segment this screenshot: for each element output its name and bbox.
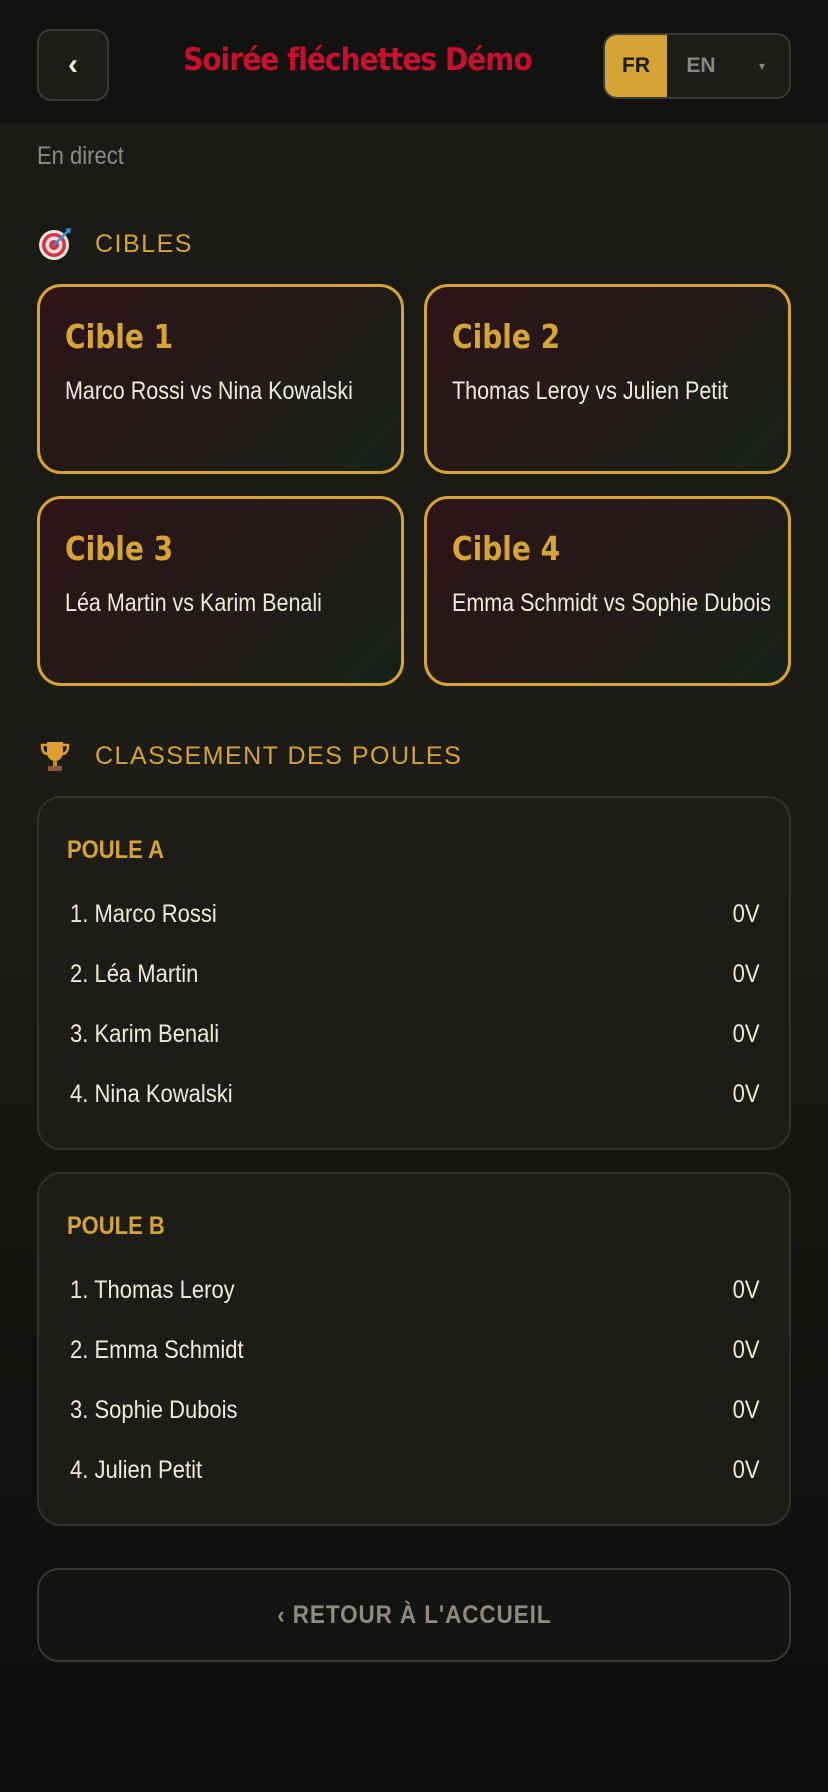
- player-name: 3. Karim Benali: [70, 1020, 220, 1048]
- section-title-pools: CLASSEMENT DES POULES: [95, 741, 463, 770]
- player-name: 1. Marco Rossi: [70, 900, 217, 928]
- back-to-home-label: ‹ RETOUR À L'ACCUEIL: [276, 1600, 552, 1629]
- player-wins: 0V: [733, 1020, 760, 1048]
- lang-option-en[interactable]: EN: [667, 35, 735, 97]
- table-row: 1. Marco Rossi 0V: [70, 894, 760, 934]
- player-name: 2. Emma Schmidt: [70, 1336, 244, 1364]
- top-bar: ‹ Soirée fléchettes Démo FR EN ▾: [0, 0, 828, 123]
- pool-card-a: POULE A 1. Marco Rossi 0V 2. Léa Martin …: [37, 796, 791, 1150]
- target-card-2[interactable]: Cible 2 Thomas Leroy vs Julien Petit: [424, 284, 791, 474]
- page-title: Soirée fléchettes Démo: [183, 42, 532, 78]
- target-match: Thomas Leroy vs Julien Petit: [452, 377, 729, 405]
- back-to-home-button[interactable]: ‹ RETOUR À L'ACCUEIL: [37, 1568, 791, 1662]
- table-row: 2. Emma Schmidt 0V: [70, 1330, 760, 1370]
- chevron-left-icon: ‹: [68, 48, 78, 81]
- player-wins: 0V: [733, 960, 760, 988]
- target-card-1[interactable]: Cible 1 Marco Rossi vs Nina Kowalski: [37, 284, 404, 474]
- target-name: Cible 1: [65, 317, 174, 356]
- section-title-targets: CIBLES: [95, 229, 193, 258]
- player-name: 1. Thomas Leroy: [70, 1276, 235, 1304]
- player-wins: 0V: [733, 1456, 760, 1484]
- player-name: 3. Sophie Dubois: [70, 1396, 238, 1424]
- table-row: 3. Karim Benali 0V: [70, 1014, 760, 1054]
- table-row: 4. Julien Petit 0V: [70, 1450, 760, 1490]
- chevron-down-icon[interactable]: ▾: [735, 35, 789, 97]
- target-name: Cible 4: [452, 529, 561, 568]
- language-selector[interactable]: FR EN ▾: [603, 33, 791, 99]
- target-card-4[interactable]: Cible 4 Emma Schmidt vs Sophie Dubois: [424, 496, 791, 686]
- player-wins: 0V: [733, 1396, 760, 1424]
- pool-title: POULE B: [67, 1212, 165, 1240]
- target-name: Cible 3: [65, 529, 174, 568]
- trophy-icon: [40, 742, 70, 771]
- player-wins: 0V: [733, 1336, 760, 1364]
- pool-card-b: POULE B 1. Thomas Leroy 0V 2. Emma Schmi…: [37, 1172, 791, 1526]
- target-match: Marco Rossi vs Nina Kowalski: [65, 377, 353, 405]
- player-wins: 0V: [733, 1276, 760, 1304]
- targets-section-header: CIBLES: [37, 226, 193, 262]
- back-button[interactable]: ‹: [37, 29, 109, 101]
- player-name: 2. Léa Martin: [70, 960, 199, 988]
- target-name: Cible 2: [452, 317, 561, 356]
- player-name: 4. Julien Petit: [70, 1456, 203, 1484]
- live-status: En direct: [37, 142, 124, 170]
- player-wins: 0V: [733, 900, 760, 928]
- table-row: 4. Nina Kowalski 0V: [70, 1074, 760, 1114]
- target-match: Léa Martin vs Karim Benali: [65, 589, 322, 617]
- target-match: Emma Schmidt vs Sophie Dubois: [452, 589, 772, 617]
- table-row: 3. Sophie Dubois 0V: [70, 1390, 760, 1430]
- player-name: 4. Nina Kowalski: [70, 1080, 233, 1108]
- table-row: 2. Léa Martin 0V: [70, 954, 760, 994]
- dartboard-icon: [39, 228, 71, 260]
- table-row: 1. Thomas Leroy 0V: [70, 1270, 760, 1310]
- lang-option-fr[interactable]: FR: [605, 35, 667, 97]
- player-wins: 0V: [733, 1080, 760, 1108]
- pools-section-header: CLASSEMENT DES POULES: [37, 738, 462, 774]
- target-card-3[interactable]: Cible 3 Léa Martin vs Karim Benali: [37, 496, 404, 686]
- pool-title: POULE A: [67, 836, 164, 864]
